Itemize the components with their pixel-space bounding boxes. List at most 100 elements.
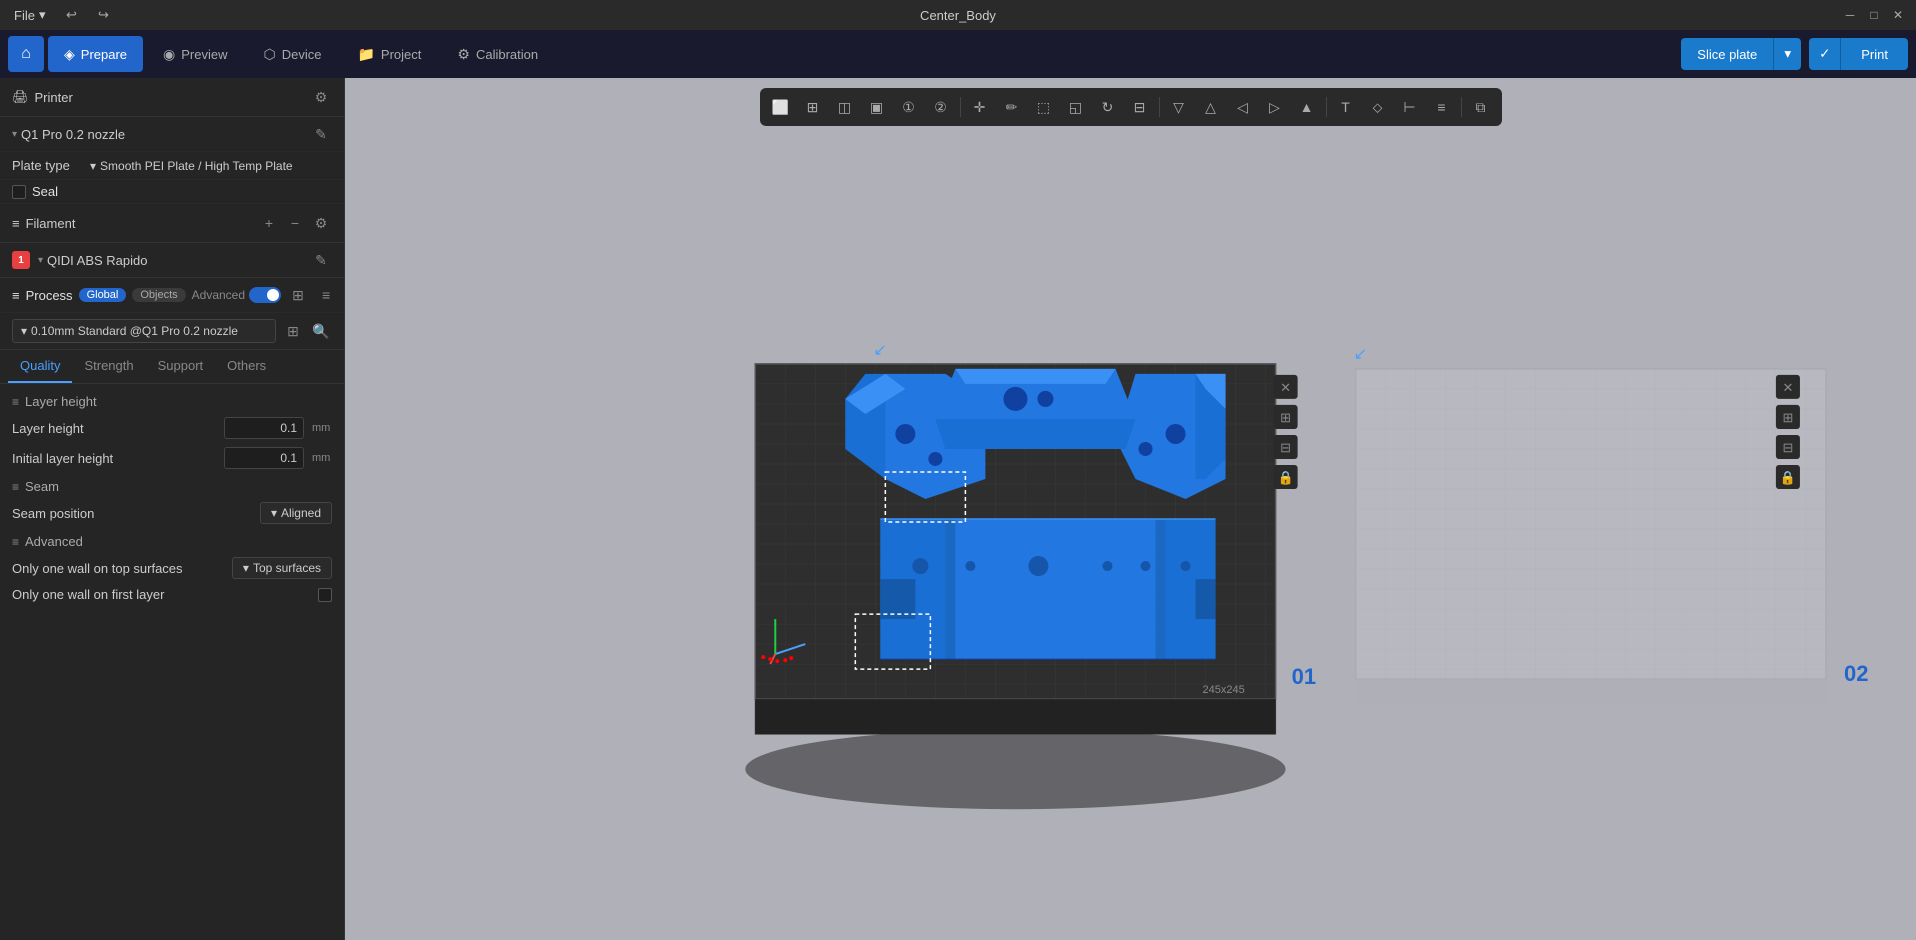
file-chevron-icon: ▾ xyxy=(39,7,46,23)
tab-project[interactable]: 📁 Project xyxy=(341,36,437,72)
first-layer-checkbox[interactable] xyxy=(318,588,332,602)
seam-position-label: Seam position xyxy=(12,506,252,521)
layer-height-group-icon: ≡ xyxy=(12,395,19,409)
tab-device-label: Device xyxy=(282,47,322,62)
toolbar-front-btn[interactable]: ▽ xyxy=(1164,92,1194,122)
printer-icon: 🖨 xyxy=(12,89,29,105)
process-grid-button[interactable]: ⊞ xyxy=(287,284,309,306)
toolbar-top-btn[interactable]: ▲ xyxy=(1292,92,1322,122)
first-layer-row: Only one wall on first layer xyxy=(0,583,344,606)
toolbar-fill-btn[interactable]: ⬦ xyxy=(1363,92,1393,122)
close-button[interactable]: ✕ xyxy=(1888,5,1908,25)
advanced-group-label: Advanced xyxy=(25,534,83,549)
filament-name[interactable]: ▾ QIDI ABS Rapido xyxy=(38,253,302,268)
print-check-button[interactable]: ✓ xyxy=(1809,38,1841,70)
plate-type-dropdown-icon: ▾ xyxy=(90,159,96,173)
undo-button[interactable]: ↩ xyxy=(59,3,83,27)
toolbar-layer-btn[interactable]: ≡ xyxy=(1427,92,1457,122)
tab-support[interactable]: Support xyxy=(146,350,216,383)
advanced-toggle[interactable] xyxy=(249,287,281,303)
filament-add-button[interactable]: + xyxy=(258,212,280,234)
toolbar-text-btn[interactable]: T xyxy=(1331,92,1361,122)
tag-objects[interactable]: Objects xyxy=(132,288,185,302)
initial-layer-height-unit: mm xyxy=(312,452,332,464)
model-crossbar[interactable] xyxy=(935,369,1135,449)
filament-remove-button[interactable]: − xyxy=(284,212,306,234)
top-surfaces-dropdown[interactable]: ▾ Top surfaces xyxy=(232,557,332,579)
filament-settings-button[interactable]: ⚙ xyxy=(310,212,332,234)
toolbar-left-btn[interactable]: ◁ xyxy=(1228,92,1258,122)
profile-dropdown[interactable]: ▾ 0.10mm Standard @Q1 Pro 0.2 nozzle xyxy=(12,319,276,343)
layer-height-input[interactable] xyxy=(224,417,304,439)
window-title: Center_Body xyxy=(920,8,996,23)
plate1-overlay-buttons[interactable]: ✕ ⊞ ⊟ 🔒 xyxy=(1274,375,1298,489)
minimize-button[interactable]: ─ xyxy=(1840,5,1860,25)
toolbar-paint-btn[interactable]: ✏ xyxy=(997,92,1027,122)
filament-actions: + − ⚙ xyxy=(258,212,332,234)
tab-preview-label: Preview xyxy=(181,47,227,62)
layer-height-group-header: ≡ Layer height xyxy=(0,388,344,413)
svg-text:⊟: ⊟ xyxy=(1280,440,1291,455)
file-menu[interactable]: File ▾ xyxy=(8,5,51,25)
home-button[interactable]: ⌂ xyxy=(8,36,44,72)
slice-dropdown-button[interactable]: ▾ xyxy=(1773,38,1801,70)
toolbar-grid-btn[interactable]: ⊞ xyxy=(798,92,828,122)
tab-device[interactable]: ⬡ Device xyxy=(248,36,338,72)
maximize-button[interactable]: □ xyxy=(1864,5,1884,25)
home-icon: ⌂ xyxy=(21,45,31,63)
process-list-button[interactable]: ≡ xyxy=(315,284,337,306)
printer-section-actions: ⚙ xyxy=(310,86,332,108)
seal-checkbox[interactable] xyxy=(12,185,26,199)
filament-edit-button[interactable]: ✎ xyxy=(310,249,332,271)
tag-global[interactable]: Global xyxy=(79,288,127,302)
toolbar-perspective-btn[interactable]: ◫ xyxy=(830,92,860,122)
tab-calibration[interactable]: ⚙ Calibration xyxy=(441,36,554,72)
plate-type-value[interactable]: ▾ Smooth PEI Plate / High Temp Plate xyxy=(90,159,293,173)
filament-color-badge: 1 xyxy=(12,251,30,269)
tab-preview[interactable]: ◉ Preview xyxy=(147,36,243,72)
toolbar-move-btn[interactable]: ✛ xyxy=(965,92,995,122)
toolbar-mirror-btn[interactable]: ⊟ xyxy=(1125,92,1155,122)
toolbar-cube-btn[interactable]: ⬜ xyxy=(766,92,796,122)
slice-plate-button[interactable]: Slice plate xyxy=(1681,38,1773,70)
tab-quality[interactable]: Quality xyxy=(8,350,72,383)
tab-others[interactable]: Others xyxy=(215,350,278,383)
initial-layer-height-input[interactable] xyxy=(224,447,304,469)
tab-strength[interactable]: Strength xyxy=(72,350,145,383)
plate-type-row: Plate type ▾ Smooth PEI Plate / High Tem… xyxy=(0,152,344,180)
profile-copy-button[interactable]: ⊞ xyxy=(282,320,304,342)
seam-group-header: ≡ Seam xyxy=(0,473,344,498)
seam-dropdown-icon: ▾ xyxy=(271,506,277,520)
toolbar-select-btn[interactable]: ⬚ xyxy=(1029,92,1059,122)
svg-text:🔒: 🔒 xyxy=(1278,470,1294,485)
toolbar-view1-btn[interactable]: ① xyxy=(894,92,924,122)
print-button[interactable]: Print xyxy=(1841,38,1908,70)
printer-row[interactable]: ▾ Q1 Pro 0.2 nozzle ✎ xyxy=(0,117,344,152)
profile-value: 0.10mm Standard @Q1 Pro 0.2 nozzle xyxy=(31,324,238,338)
top-surfaces-label: Only one wall on top surfaces xyxy=(12,561,224,576)
toolbar-divider-4 xyxy=(1461,97,1462,117)
settings-content: ≡ Layer height Layer height mm Initial l… xyxy=(0,384,344,610)
toolbar-ortho-btn[interactable]: ▣ xyxy=(862,92,892,122)
title-bar: File ▾ ↩ ↪ Center_Body ─ □ ✕ xyxy=(0,0,1916,30)
redo-button[interactable]: ↪ xyxy=(91,3,115,27)
printer-settings-button[interactable]: ⚙ xyxy=(310,86,332,108)
toolbar-rotate-btn[interactable]: ↻ xyxy=(1093,92,1123,122)
toolbar-scale-btn[interactable]: ◱ xyxy=(1061,92,1091,122)
seam-position-dropdown[interactable]: ▾ Aligned xyxy=(260,502,332,524)
toolbar-ruler-btn[interactable]: ⊢ xyxy=(1395,92,1425,122)
svg-text:245x245: 245x245 xyxy=(1203,684,1245,696)
printer-edit-button[interactable]: ✎ xyxy=(310,123,332,145)
plate-type-label: Plate type xyxy=(12,158,82,173)
filament-item: 1 ▾ QIDI ABS Rapido ✎ xyxy=(0,243,344,277)
advanced-group-header: ≡ Advanced xyxy=(0,528,344,553)
tab-prepare[interactable]: ◈ Prepare xyxy=(48,36,143,72)
toolbar-view2-btn[interactable]: ② xyxy=(926,92,956,122)
toolbar-right-btn[interactable]: ▷ xyxy=(1260,92,1290,122)
profile-search-button[interactable]: 🔍 xyxy=(310,320,332,342)
printer-name: ▾ Q1 Pro 0.2 nozzle xyxy=(12,127,125,142)
main-layout: 🖨 Printer ⚙ ▾ Q1 Pro 0.2 nozzle ✎ Plate … xyxy=(0,78,1916,940)
file-label: File xyxy=(14,8,35,23)
toolbar-back-btn[interactable]: △ xyxy=(1196,92,1226,122)
toolbar-arrange-btn[interactable]: ⧉ xyxy=(1466,92,1496,122)
